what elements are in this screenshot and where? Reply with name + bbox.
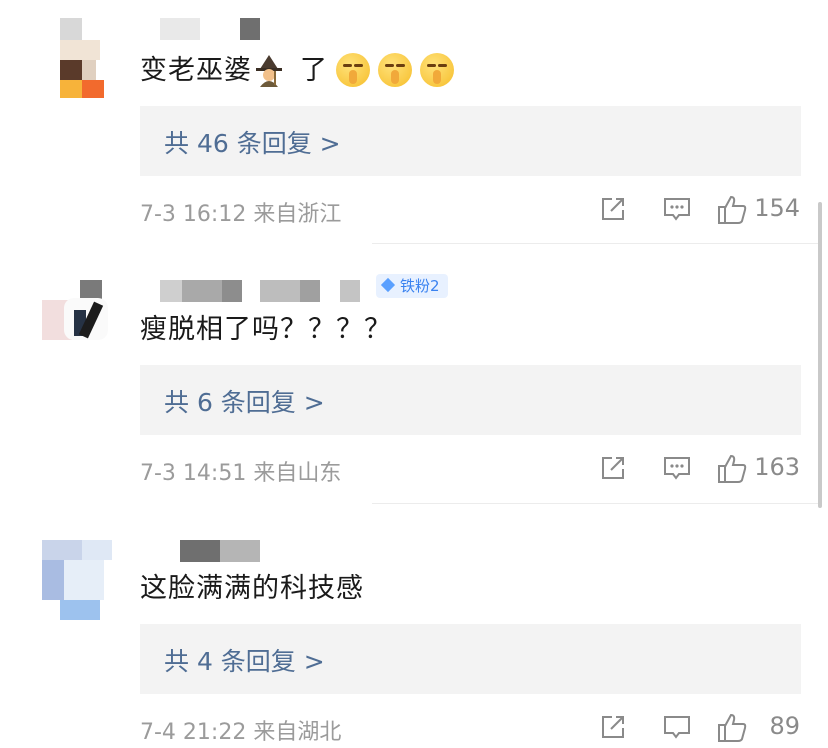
shushing-face-emoji bbox=[336, 52, 370, 87]
comment-text: 这脸满满的科技感 bbox=[140, 573, 364, 604]
view-replies-link[interactable]: 共 4 条回复 > bbox=[164, 642, 325, 678]
divider bbox=[372, 503, 820, 504]
like-count: 163 bbox=[754, 453, 800, 481]
comment-meta: 7-3 16:12 来自浙江 154 bbox=[140, 194, 800, 228]
like-count: 154 bbox=[754, 194, 800, 222]
comment-icon[interactable] bbox=[662, 453, 692, 487]
avatar[interactable] bbox=[42, 540, 112, 620]
comment-icon[interactable] bbox=[662, 712, 692, 746]
fan-badge: 铁粉2 bbox=[376, 274, 448, 298]
comment-meta: 7-4 21:22 来自湖北 89 bbox=[140, 712, 800, 746]
timestamp: 7-3 16:12 来自浙江 bbox=[140, 202, 342, 227]
shushing-face-emoji bbox=[420, 52, 454, 87]
divider bbox=[372, 243, 820, 244]
like-count: 89 bbox=[769, 712, 800, 740]
view-replies-link[interactable]: 共 6 条回复 > bbox=[164, 383, 325, 419]
shushing-face-emoji bbox=[378, 52, 412, 87]
share-icon[interactable] bbox=[598, 194, 628, 228]
scrollbar[interactable] bbox=[818, 202, 822, 508]
replies-panel[interactable]: 共 6 条回复 > bbox=[140, 365, 801, 435]
like-icon[interactable] bbox=[716, 712, 748, 748]
timestamp: 7-3 14:51 来自山东 bbox=[140, 461, 342, 486]
like-icon[interactable] bbox=[716, 453, 748, 489]
avatar[interactable] bbox=[42, 18, 112, 98]
diamond-icon bbox=[380, 277, 396, 293]
view-replies-link[interactable]: 共 46 条回复 > bbox=[164, 124, 341, 160]
witch-emoji bbox=[252, 53, 286, 87]
replies-panel[interactable]: 共 46 条回复 > bbox=[140, 106, 801, 176]
share-icon[interactable] bbox=[598, 453, 628, 487]
username[interactable] bbox=[180, 540, 260, 562]
comment-text: 瘦脱相了吗？？？？ bbox=[140, 314, 392, 345]
username[interactable] bbox=[160, 280, 360, 302]
like-icon[interactable] bbox=[716, 194, 748, 230]
avatar[interactable] bbox=[42, 280, 112, 360]
username[interactable] bbox=[160, 18, 270, 40]
share-icon[interactable] bbox=[598, 712, 628, 746]
comment-icon[interactable] bbox=[662, 194, 692, 228]
replies-panel[interactable]: 共 4 条回复 > bbox=[140, 624, 801, 694]
timestamp: 7-4 21:22 来自湖北 bbox=[140, 720, 342, 745]
comment-meta: 7-3 14:51 来自山东 163 bbox=[140, 453, 800, 487]
comment-text: 变老巫婆 了 bbox=[140, 52, 454, 89]
